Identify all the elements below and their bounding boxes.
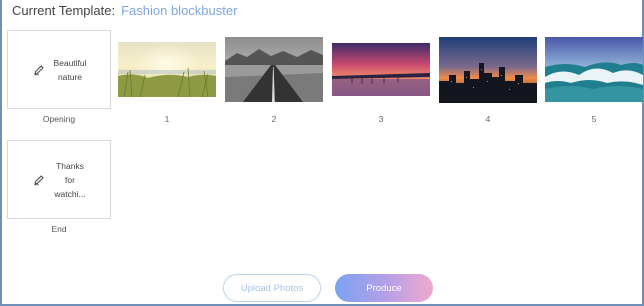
photo-thumbnail-1[interactable] (118, 42, 216, 97)
template-label: Current Template: (12, 3, 116, 18)
photo-thumbnail-5[interactable] (545, 37, 643, 102)
photo-number-2: 2 (271, 114, 277, 124)
opening-caption: Opening (42, 114, 76, 124)
photo-number-1: 1 (164, 114, 170, 124)
photo-thumbnail-3[interactable] (332, 43, 430, 96)
photo-number-5: 5 (591, 114, 597, 124)
produce-button[interactable]: Produce (335, 274, 433, 302)
pencil-icon[interactable] (33, 64, 45, 76)
opening-text: Beautiful nature (53, 57, 87, 82)
template-name[interactable]: Fashion blockbuster (121, 3, 237, 18)
photo-thumbnail-2[interactable] (225, 37, 323, 102)
photo-number-4: 4 (485, 114, 491, 124)
template-header: Current Template: Fashion blockbuster (12, 3, 237, 18)
photo-thumbnail-4[interactable] (439, 37, 537, 103)
photo-number-3: 3 (378, 114, 384, 124)
upload-photos-button[interactable]: Upload Photos (223, 274, 321, 302)
pencil-icon[interactable] (33, 174, 45, 186)
end-card[interactable]: Thanks for watchi... (7, 140, 111, 219)
opening-card[interactable]: Beautiful nature (7, 30, 111, 109)
app-frame: Current Template: Fashion blockbuster Bea… (0, 0, 644, 306)
end-caption: End (51, 224, 67, 234)
end-text: Thanks for watchi... (54, 160, 86, 199)
